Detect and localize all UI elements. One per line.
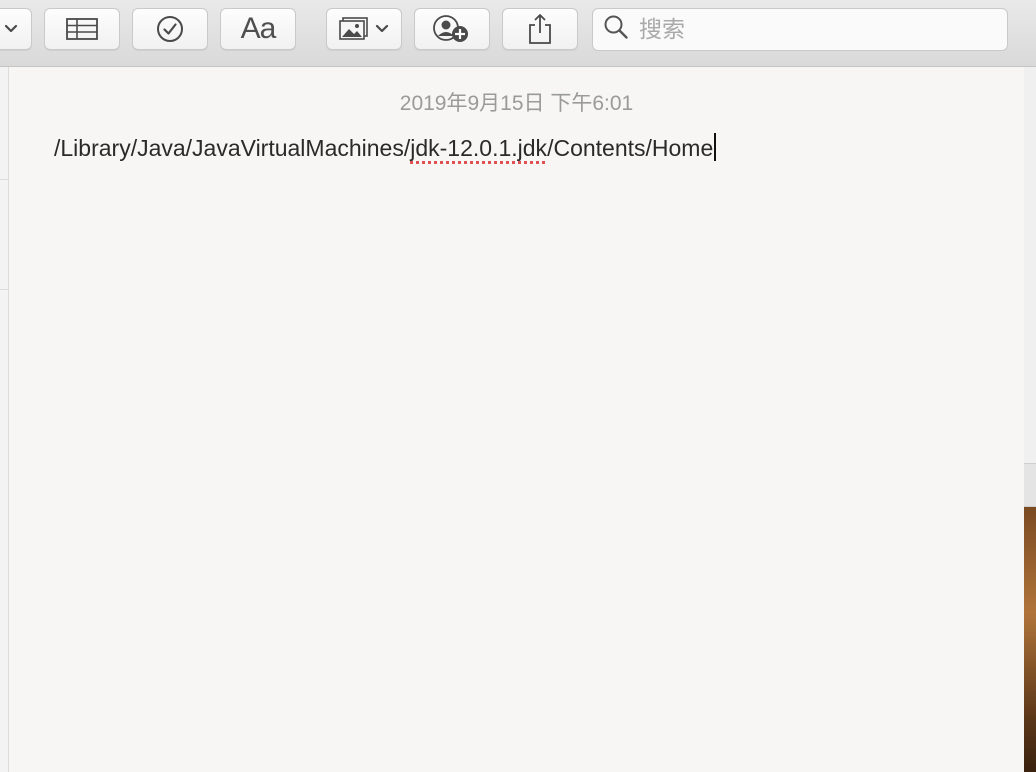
- note-list-edge[interactable]: [0, 67, 9, 772]
- share-button[interactable]: [502, 8, 578, 50]
- share-icon: [527, 13, 553, 45]
- toolbar: Aa: [0, 0, 1036, 67]
- text-format-icon: Aa: [240, 12, 277, 45]
- background-window-fragment: [1024, 463, 1036, 507]
- note-text-path: /Library/Java/JavaVirtualMachines/: [54, 135, 411, 161]
- chevron-down-icon: [4, 24, 18, 34]
- format-button[interactable]: Aa: [220, 8, 296, 50]
- add-person-icon: [432, 14, 472, 44]
- table-button[interactable]: [44, 8, 120, 50]
- table-icon: [66, 18, 98, 40]
- note-editor[interactable]: 2019年9月15日 下午6:01 /Library/Java/JavaVirt…: [9, 67, 1024, 772]
- search-icon: [603, 14, 629, 45]
- note-date: 2019年9月15日 下午6:01: [399, 92, 634, 115]
- desktop-wallpaper: [1024, 507, 1036, 772]
- media-button[interactable]: [326, 8, 402, 50]
- note-body-text[interactable]: /Library/Java/JavaVirtualMachines/jdk-12…: [54, 133, 717, 162]
- photo-icon: [339, 17, 369, 41]
- view-dropdown-button[interactable]: [0, 8, 32, 50]
- window-edge: [1024, 67, 1036, 772]
- note-text-path-end: /Contents/Home: [547, 135, 714, 161]
- collaborate-button[interactable]: [414, 8, 490, 50]
- checkmark-circle-icon: [156, 15, 184, 43]
- divider: [0, 179, 8, 180]
- search-field[interactable]: [592, 8, 1008, 51]
- chevron-down-icon: [375, 24, 389, 34]
- divider: [0, 289, 8, 290]
- search-input[interactable]: [637, 15, 981, 44]
- misspelled-word[interactable]: jdk-12.0.1.jdk: [410, 135, 547, 161]
- checklist-button[interactable]: [132, 8, 208, 50]
- text-cursor: [714, 133, 717, 161]
